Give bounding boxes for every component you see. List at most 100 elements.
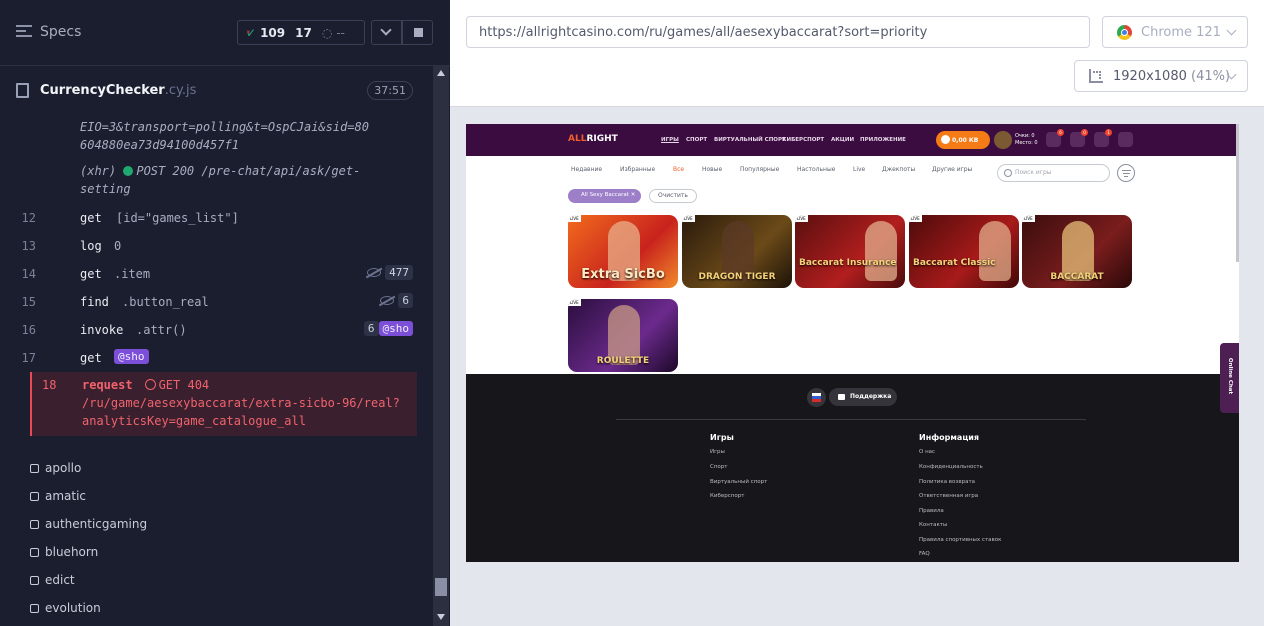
xhr-command[interactable]: (xhr) POST 200 /pre-chat/api/ask/get-set… [30,162,370,198]
footer-link[interactable]: Конфиденциальность [919,464,983,470]
points-info: Очки: 0 Место: 0 [1015,133,1038,146]
online-chat-tab[interactable]: Online Chat [1220,343,1239,413]
suite-label: amatic [45,489,87,503]
browser-selector[interactable]: Chrome 121 [1102,16,1248,48]
live-badge: LIVE [568,215,581,222]
specs-menu-icon[interactable] [16,25,32,39]
live-badge: LIVE [568,299,581,306]
footer-link[interactable]: Политика возврата [919,479,975,485]
command-row[interactable]: 15 find .button_real 6 [22,288,417,316]
game-tile[interactable]: LIVE BACCARAT [1022,215,1132,288]
scrollbar-thumb[interactable] [435,578,447,596]
trophy-icon[interactable] [994,131,1012,149]
footer-link[interactable]: Киберспорт [710,493,744,499]
clear-filters-button[interactable]: Очистить [649,189,697,203]
pending-spinner-icon: ◌ [321,25,333,40]
nav-esports[interactable]: КИБЕРСПОРТ [782,137,824,143]
filter-popular[interactable]: Популярные [740,166,779,173]
footer-link[interactable]: Виртуальный спорт [710,479,767,485]
nav-app[interactable]: ПРИЛОЖЕНИЕ [860,137,906,143]
nav-promotions[interactable]: АКЦИИ [831,137,854,143]
site-scrollbar[interactable] [1236,124,1239,262]
gift-icon[interactable]: 6 [1046,129,1064,147]
viewport-selector[interactable]: 1920x1080 (41%) [1074,60,1248,92]
cypress-reporter: Specs ✓ 109 ✕ 17 ◌ -- CurrencyChecker.cy… [0,0,450,626]
filter-icon[interactable] [1117,164,1135,182]
suite-item[interactable]: evolution [30,594,420,622]
stop-button[interactable] [402,20,433,45]
filter-favorites[interactable]: Избранные [620,166,655,173]
command-row[interactable]: 12 get [id="games_list"] [22,204,417,232]
footer-link[interactable]: Контакты [919,522,947,528]
game-search-input[interactable]: Поиск игры [997,164,1110,182]
filter-all[interactable]: Все [673,166,684,173]
nav-sport[interactable]: СПОРТ [686,137,707,143]
command-row[interactable]: 14 get .item 477 [22,260,417,288]
failed-command-row[interactable]: 18 request GET 404 /ru/game/aesexybaccara… [30,372,417,436]
spec-file-row[interactable]: CurrencyChecker.cy.js 37:51 [16,76,417,106]
specs-title[interactable]: Specs [40,24,81,40]
command-row[interactable]: 17 get @sho [22,344,417,372]
cross-icon: ✕ [246,29,251,36]
wheel-icon[interactable]: 0 [1070,129,1088,147]
aut-header: https://allrightcasino.com/ru/games/all/… [450,0,1264,107]
profile-icon[interactable] [1118,132,1133,147]
nav-games[interactable]: ИГРЫ [661,137,679,143]
suite-icon [30,575,39,585]
suite-item[interactable]: authenticgaming [30,510,420,538]
footer-link[interactable]: Игры [710,449,725,455]
filter-table[interactable]: Настольные [797,166,835,173]
error-circle-icon [144,379,156,390]
alias-badge: @sho [378,321,413,336]
pending-count: -- [336,25,345,40]
command-row[interactable]: 16 invoke .attr() 6 @sho [22,316,417,344]
game-tile[interactable]: LIVE Extra SicBo [568,215,678,288]
aut-panel: https://allrightcasino.com/ru/games/all/… [450,0,1264,626]
game-tile[interactable]: LIVE ROULETTE [568,299,678,372]
reporter-scrollbar[interactable] [433,66,449,626]
failed-count: 17 [295,25,312,40]
command-continuation: EIO=3&transport=polling&t=OspCJai&sid=80… [80,120,369,152]
game-tile[interactable]: LIVE Baccarat Classic [909,215,1019,288]
scroll-down-arrow-icon[interactable] [437,614,445,620]
support-button[interactable]: Поддержка [829,388,897,406]
suite-item[interactable]: apollo [30,454,420,482]
footer-link[interactable]: Спорт [710,464,728,470]
game-title: ROULETTE [596,356,650,366]
suite-item[interactable]: bluehorn [30,538,420,566]
footer-link[interactable]: Правила спортивных ставок [919,537,1001,543]
element-count-badge: 477 [385,265,413,280]
xhr-text: POST 200 /pre-chat/api/ask/get-setting [80,164,361,196]
footer-link[interactable]: О нас [919,449,935,455]
url-bar[interactable]: https://allrightcasino.com/ru/games/all/… [466,16,1090,48]
game-tile[interactable]: LIVE Baccarat Insurance [795,215,905,288]
suite-label: edict [45,573,75,587]
suite-label: bluehorn [45,545,99,559]
mail-icon[interactable]: 1 [1094,129,1112,147]
suite-icon [30,519,39,529]
provider-chip[interactable]: All Sexy Baccarat ✕ [568,189,642,203]
filter-other[interactable]: Другие игры [932,166,972,173]
footer-link[interactable]: Правила [919,508,944,514]
filter-jackpots[interactable]: Джекпоты [882,166,915,173]
suite-item[interactable]: edict [30,566,420,594]
nav-virtual-sport[interactable]: ВИРТУАЛЬНЫЙ СПОРТ [714,137,786,143]
footer-link[interactable]: Ответственная игра [919,493,978,499]
filter-new[interactable]: Новые [702,166,722,173]
suite-item[interactable]: amatic [30,482,420,510]
aut-iframe: ALLRIGHT ИГРЫ СПОРТ ВИРТУАЛЬНЫЙ СПОРТ КИ… [466,124,1239,562]
game-tile[interactable]: LIVE DRAGON TIGER [682,215,792,288]
language-flag-icon[interactable] [807,388,826,407]
deposit-button[interactable]: 0,00 КВ [936,131,990,149]
footer-link[interactable]: FAQ [919,551,930,557]
live-badge: LIVE [1022,215,1035,222]
filter-live[interactable]: Live [853,166,865,173]
filter-recent[interactable]: Недавние [571,166,602,173]
site-logo[interactable]: ALLRIGHT [568,134,618,144]
scroll-up-arrow-icon[interactable] [437,70,445,76]
options-dropdown-button[interactable] [371,20,402,45]
browser-label: Chrome 121 [1141,25,1221,40]
spec-duration: 37:51 [367,81,413,100]
command-arg: .item [114,267,151,281]
command-row[interactable]: 13 log 0 [22,232,417,260]
